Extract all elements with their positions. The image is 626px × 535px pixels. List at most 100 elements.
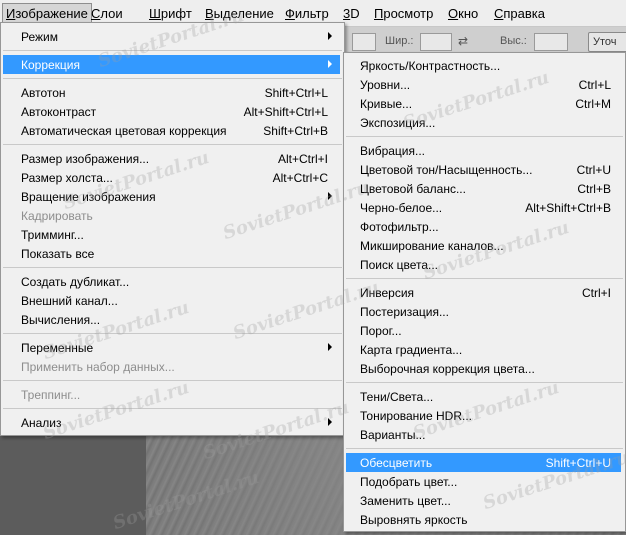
menu-separator <box>346 278 623 279</box>
correction-menu-item[interactable]: Обесцветить Shift+Ctrl+U <box>346 453 621 472</box>
menubar-item-2[interactable]: Шрифт <box>145 5 196 22</box>
correction-menu-item[interactable]: Подобрать цвет... <box>346 472 621 491</box>
menubar-label: С <box>494 6 504 21</box>
menubar-item-7[interactable]: Окно <box>444 5 482 22</box>
correction-menu-item[interactable]: Поиск цвета... <box>346 255 621 274</box>
correction-menu-item[interactable]: Фотофильтр... <box>346 217 621 236</box>
height-label: Выс.: <box>500 35 527 47</box>
refine-edge-button[interactable]: Уточ <box>588 32 626 52</box>
menu-item-label: Обесцветить <box>360 456 433 470</box>
menu-separator <box>3 408 342 409</box>
correction-menu-item[interactable]: Выровнять яркость <box>346 510 621 529</box>
correction-menu-item[interactable]: Варианты... <box>346 425 621 444</box>
menubar-label: С <box>91 6 101 21</box>
correction-submenu: Яркость/Контрастность... Уровни... Ctrl+L К… <box>343 52 626 532</box>
correction-menu-item[interactable]: Яркость/Контрастность... <box>346 56 621 75</box>
correction-menu-item[interactable]: Кривые... Ctrl+M <box>346 94 621 113</box>
image-menu-item[interactable]: Режим <box>3 27 340 46</box>
menu-item-label: Автотон <box>21 86 66 100</box>
menubar-item-0[interactable]: Изображение <box>2 3 92 24</box>
menu-separator <box>3 333 342 334</box>
menu-item-label: Карта градиента... <box>360 343 463 357</box>
menu-item-label: Режим <box>21 30 58 44</box>
menu-item-label: Варианты... <box>360 428 426 442</box>
height-input[interactable] <box>534 33 568 51</box>
menu-item-label: Поиск цвета... <box>360 258 439 272</box>
correction-menu-item[interactable]: Экспозиция... <box>346 113 621 132</box>
menubar-label: Ш <box>149 6 161 21</box>
correction-menu-item[interactable]: Выборочная коррекция цвета... <box>346 359 621 378</box>
correction-menu-item[interactable]: Тонирование HDR... <box>346 406 621 425</box>
width-input[interactable] <box>420 33 452 51</box>
image-menu-item[interactable]: Создать дубликат... <box>3 272 340 291</box>
correction-menu-item[interactable]: Микширование каналов... <box>346 236 621 255</box>
menu-item-shortcut: Alt+Shift+Ctrl+L <box>243 105 328 119</box>
menu-item-label: Фотофильтр... <box>360 220 439 234</box>
image-menu-item: Треппинг... <box>3 385 340 404</box>
menu-item-label: Выборочная коррекция цвета... <box>360 362 535 376</box>
menubar-item-4[interactable]: Фильтр <box>281 5 333 22</box>
menu-item-label: Инверсия <box>360 286 415 300</box>
menu-item-label: Экспозиция... <box>360 116 436 130</box>
correction-menu-item[interactable]: Порог... <box>346 321 621 340</box>
menu-item-shortcut: Shift+Ctrl+B <box>263 124 328 138</box>
menu-separator <box>346 136 623 137</box>
menu-item-label: Переменные <box>21 341 94 355</box>
image-menu-item[interactable]: Внешний канал... <box>3 291 340 310</box>
menu-item-shortcut: Shift+Ctrl+U <box>545 456 611 470</box>
menu-item-label: Тонирование HDR... <box>360 409 472 423</box>
menu-item-label: Уровни... <box>360 78 411 92</box>
image-menu-item[interactable]: Размер холста... Alt+Ctrl+C <box>3 168 340 187</box>
width-label: Шир.: <box>385 35 414 47</box>
menu-separator <box>346 448 623 449</box>
image-menu-item[interactable]: Анализ <box>3 413 340 432</box>
image-menu-item[interactable]: Автоконтраст Alt+Shift+Ctrl+L <box>3 102 340 121</box>
menu-item-label: Вычисления... <box>21 313 101 327</box>
correction-menu-item[interactable]: Уровни... Ctrl+L <box>346 75 621 94</box>
correction-menu-item[interactable]: Цветовой тон/Насыщенность... Ctrl+U <box>346 160 621 179</box>
image-menu-item[interactable]: Коррекция <box>3 55 340 74</box>
submenu-arrow-icon <box>328 32 332 40</box>
correction-menu-item[interactable]: Черно-белое... Alt+Shift+Ctrl+B <box>346 198 621 217</box>
swap-icon[interactable]: ⇄ <box>458 34 468 48</box>
menu-item-label: Тримминг... <box>21 228 84 242</box>
menubar-item-8[interactable]: Справка <box>490 5 549 22</box>
menu-item-shortcut: Alt+Ctrl+C <box>272 171 328 185</box>
menu-item-shortcut: Shift+Ctrl+L <box>264 86 328 100</box>
menu-separator <box>3 50 342 51</box>
menubar-label: В <box>205 6 214 21</box>
menubar-label: П <box>374 6 384 21</box>
menu-item-label: Показать все <box>21 247 95 261</box>
menu-item-shortcut: Alt+Shift+Ctrl+B <box>525 201 611 215</box>
menubar-label: О <box>448 6 459 21</box>
menu-item-label: Размер холста... <box>21 171 113 185</box>
correction-menu-item[interactable]: Постеризация... <box>346 302 621 321</box>
options-dropdown[interactable] <box>352 33 376 51</box>
image-menu-item[interactable]: Тримминг... <box>3 225 340 244</box>
image-menu-item[interactable]: Автоматическая цветовая коррекция Shift+C… <box>3 121 340 140</box>
correction-menu-item[interactable]: Инверсия Ctrl+I <box>346 283 621 302</box>
menu-item-label: Подобрать цвет... <box>360 475 458 489</box>
menubar-item-1[interactable]: Слои <box>87 5 127 22</box>
menu-item-label: Создать дубликат... <box>21 275 130 289</box>
correction-menu-item[interactable]: Вибрация... <box>346 141 621 160</box>
menu-separator <box>346 382 623 383</box>
menu-item-label: Постеризация... <box>360 305 449 319</box>
image-menu-item[interactable]: Размер изображения... Alt+Ctrl+I <box>3 149 340 168</box>
correction-menu-item[interactable]: Цветовой баланс... Ctrl+B <box>346 179 621 198</box>
menubar-item-3[interactable]: Выделение <box>201 5 278 22</box>
menu-item-label: Треппинг... <box>21 388 81 402</box>
image-menu-item[interactable]: Вращение изображения <box>3 187 340 206</box>
correction-menu-item[interactable]: Тени/Света... <box>346 387 621 406</box>
correction-menu-item[interactable]: Заменить цвет... <box>346 491 621 510</box>
menubar-item-6[interactable]: Просмотр <box>370 5 437 22</box>
correction-menu-item[interactable]: Карта градиента... <box>346 340 621 359</box>
image-menu-item[interactable]: Показать все <box>3 244 340 263</box>
submenu-arrow-icon <box>328 192 332 200</box>
image-menu-item[interactable]: Вычисления... <box>3 310 340 329</box>
image-menu-item[interactable]: Переменные <box>3 338 340 357</box>
menu-separator <box>3 380 342 381</box>
submenu-arrow-icon <box>328 343 332 351</box>
image-menu-item[interactable]: Автотон Shift+Ctrl+L <box>3 83 340 102</box>
menubar-item-5[interactable]: 3D <box>339 5 364 22</box>
